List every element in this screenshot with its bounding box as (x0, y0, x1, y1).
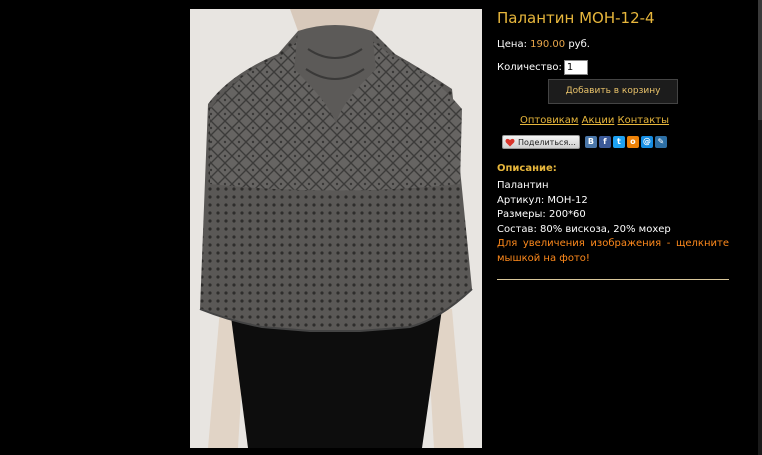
share-button[interactable]: Поделиться... (502, 135, 580, 149)
description-heading: Описание: (497, 163, 557, 174)
odnoklassniki-icon[interactable]: о (626, 136, 639, 148)
facebook-icon[interactable]: f (598, 136, 611, 148)
price-currency: руб. (568, 39, 590, 50)
description-line: Палантин (497, 180, 549, 191)
quantity-input[interactable] (563, 60, 588, 75)
product-page: Палантин МОН-12-4 Цена: 190.00 руб. Коли… (0, 0, 762, 455)
product-photo[interactable] (190, 9, 482, 448)
mailru-icon[interactable]: @ (640, 136, 653, 148)
promotions-link[interactable]: Акции (582, 115, 615, 126)
contacts-link[interactable]: Контакты (618, 115, 669, 126)
scrollbar[interactable] (758, 0, 762, 455)
divider (497, 279, 729, 280)
description-body: Палантин Артикул: МОН-12 Размеры: 200*60… (497, 179, 729, 266)
twitter-icon[interactable]: t (612, 136, 625, 148)
livejournal-icon[interactable]: ✎ (654, 136, 667, 148)
price-row: Цена: 190.00 руб. (497, 38, 729, 52)
product-title: Палантин МОН-12-4 (497, 9, 655, 27)
scrollbar-thumb[interactable] (758, 0, 762, 120)
quantity-row: Количество: (497, 60, 729, 75)
footer-links: Оптовикам Акции Контакты (520, 114, 729, 128)
product-info: Палантин МОН-12-4 Цена: 190.00 руб. Коли… (497, 8, 729, 280)
heart-icon (505, 138, 515, 146)
vkontakte-icon[interactable]: В (584, 136, 597, 148)
quantity-label: Количество: (497, 61, 562, 73)
description-line: Состав: 80% вискоза, 20% мохер (497, 223, 671, 235)
product-image (190, 9, 482, 448)
wholesale-link[interactable]: Оптовикам (520, 115, 578, 126)
add-to-cart-button[interactable]: Добавить в корзину (548, 79, 678, 104)
share-bar: Поделиться... В f t о @ ✎ (502, 135, 729, 149)
zoom-hint: Для увеличения изображения - щелкните мы… (497, 238, 729, 264)
description-line: Артикул: МОН-12 (497, 194, 588, 206)
price-label: Цена: (497, 39, 527, 50)
price-value: 190.00 (530, 39, 566, 50)
share-button-label: Поделиться... (518, 137, 576, 147)
description-line: Размеры: 200*60 (497, 209, 586, 220)
